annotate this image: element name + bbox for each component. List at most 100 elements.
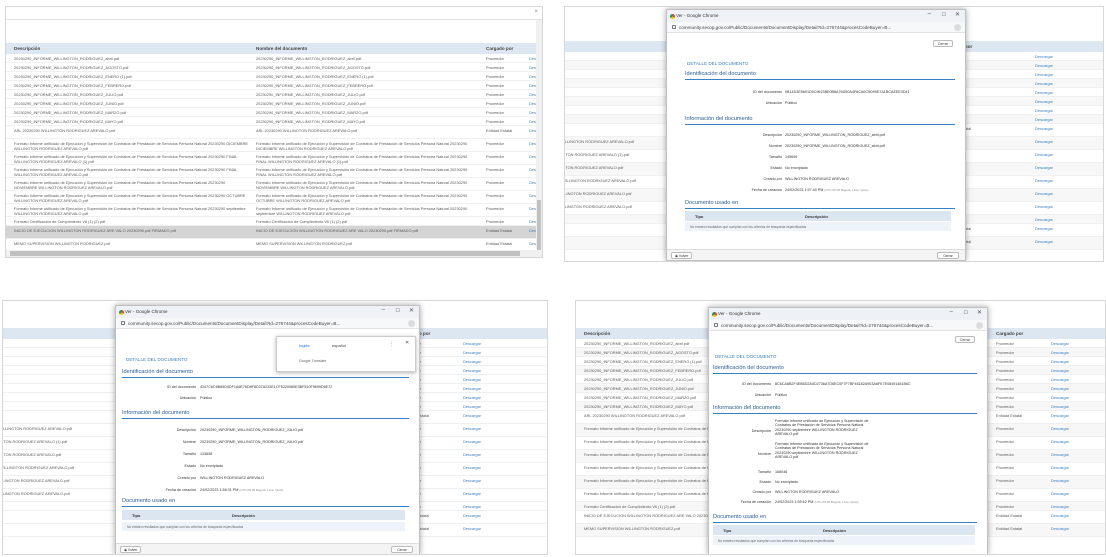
column-header-uploaded-by[interactable]: Cargado por [486, 46, 513, 51]
vertical-scrollbar[interactable] [536, 20, 542, 250]
table-row[interactable]: ARL 20230290 WILLINGTON RODRIGUEZ AREVAL… [6, 126, 542, 139]
maximize-icon[interactable]: ☐ [964, 310, 968, 316]
minimize-icon[interactable]: – [928, 11, 931, 17]
table-row[interactable]: Formato Certificación de Cumplimiento V6… [6, 217, 542, 226]
column-header-uploaded-by[interactable]: Cargado por [996, 331, 1023, 336]
download-link[interactable]: Descargar [1035, 217, 1075, 222]
download-link[interactable]: Descargar [463, 350, 503, 355]
volver-button[interactable]: ◉ Volver [671, 252, 693, 259]
table-row[interactable]: 20230290_INFORME_WILLINGTON_RODRIGUEZ_AG… [6, 63, 542, 72]
translate-lang-2[interactable]: español [332, 343, 346, 348]
download-link[interactable]: Descargar [1035, 54, 1075, 59]
maximize-icon[interactable]: ☐ [396, 308, 400, 314]
download-link[interactable]: Descargar [1035, 204, 1075, 209]
profile-icon[interactable] [408, 320, 415, 327]
download-link[interactable]: Descargar [463, 439, 503, 444]
horizontal-scrollbar[interactable] [6, 250, 542, 257]
download-link[interactable]: Descargar [1051, 439, 1091, 444]
download-link[interactable]: Descargar [1035, 152, 1075, 157]
table-row[interactable]: INICIO DE EJECUCION WILLINGTON RODRIGUEZ… [6, 226, 542, 239]
table-row[interactable]: Formato Informe unificado de Ejecución y… [6, 204, 542, 217]
download-link[interactable]: Descargar [1035, 63, 1075, 68]
download-link[interactable]: Descargar [463, 426, 503, 431]
download-link[interactable]: Descargar [1051, 504, 1091, 509]
download-link[interactable]: Descargar [1051, 386, 1091, 391]
cerrar-button[interactable]: Cerrar [933, 40, 953, 47]
table-row[interactable]: 20230290_INFORME_WILLINGTON_RODRIGUEZ_ab… [6, 54, 542, 63]
download-link[interactable]: Descargar [1051, 350, 1091, 355]
download-link[interactable]: Descargar [463, 395, 503, 400]
volver-button[interactable]: ◉ Volver [120, 546, 142, 553]
address-bar[interactable]: community.secop.gov.co/Public/Documents/… [667, 22, 965, 33]
download-link[interactable]: Descargar [1035, 191, 1075, 196]
column-header-description[interactable]: Descripción [14, 46, 40, 51]
download-link[interactable]: Descargar [463, 452, 503, 457]
address-bar[interactable]: community.secop.gov.co/Public/Documents/… [116, 318, 419, 329]
download-link[interactable]: Descargar [1051, 359, 1091, 364]
download-link[interactable]: Descargar [463, 386, 503, 391]
maximize-icon[interactable]: ☐ [942, 12, 946, 18]
download-link[interactable]: Descargar [1035, 90, 1075, 95]
download-link[interactable]: Descargar [463, 341, 503, 346]
download-link[interactable]: Descargar [1051, 478, 1091, 483]
close-icon[interactable]: × [534, 9, 538, 15]
address-bar[interactable]: community.secop.gov.co/Public/Documents/… [709, 320, 987, 331]
download-link[interactable]: Descargar [1051, 377, 1091, 382]
minimize-icon[interactable]: – [382, 307, 385, 313]
translate-lang-1[interactable]: Inglés [299, 343, 310, 348]
close-window-icon[interactable]: ✕ [409, 307, 414, 314]
download-link[interactable]: Descargar [1051, 491, 1091, 496]
download-link[interactable]: Descargar [1035, 99, 1075, 104]
download-link[interactable]: Descargar [463, 491, 503, 496]
cerrar-bottom-button[interactable]: Cerrar [937, 252, 959, 259]
table-row[interactable]: 20230290_INFORME_WILLINGTON_RODRIGUEZ_MA… [6, 117, 542, 126]
download-link[interactable]: Descargar [1051, 452, 1091, 457]
download-link[interactable]: Descargar [463, 359, 503, 364]
download-link[interactable]: Descargar [1035, 178, 1075, 183]
table-row[interactable]: Formato Informe unificado de Ejecución y… [6, 165, 542, 178]
download-link[interactable]: Descargar [1051, 526, 1091, 531]
download-link[interactable]: Descargar [1051, 413, 1091, 418]
column-header-description[interactable]: Descripción [584, 331, 610, 336]
profile-icon[interactable] [976, 322, 983, 329]
download-link[interactable]: Descargar [1051, 341, 1091, 346]
download-link[interactable]: Descargar [1035, 126, 1075, 131]
download-link[interactable]: Descargar [1051, 395, 1091, 400]
close-window-icon[interactable]: ✕ [955, 11, 960, 18]
more-options-icon[interactable]: ⋮ [389, 341, 394, 347]
download-link[interactable]: Descargar [463, 404, 503, 409]
download-link[interactable]: Descargar [463, 465, 503, 470]
download-link[interactable]: Descargar [1051, 426, 1091, 431]
download-link[interactable]: Descargar [1051, 465, 1091, 470]
download-link[interactable]: Descargar [463, 478, 503, 483]
download-link[interactable]: Descargar [1035, 81, 1075, 86]
table-row[interactable]: Formato Informe unificado de Ejecución y… [6, 139, 542, 152]
close-translate-icon[interactable]: ✕ [405, 340, 409, 346]
close-window-icon[interactable]: ✕ [977, 309, 982, 316]
table-row[interactable]: 20230290_INFORME_WILLINGTON_RODRIGUEZ_EN… [6, 72, 542, 81]
cerrar-button[interactable]: Cerrar [955, 336, 975, 343]
table-row[interactable]: Formato Informe unificado de Ejecución y… [6, 152, 542, 165]
minimize-icon[interactable]: – [950, 309, 953, 315]
download-link[interactable]: Descargar [463, 504, 503, 509]
download-link[interactable]: Descargar [463, 413, 503, 418]
download-link[interactable]: Descargar [463, 513, 503, 518]
download-link[interactable]: Descargar [1051, 368, 1091, 373]
column-header-document-name[interactable]: Nombre del documento [256, 46, 307, 51]
download-link[interactable]: Descargar [463, 526, 503, 531]
table-row[interactable]: 20230290_INFORME_WILLINGTON_RODRIGUEZ_JU… [6, 90, 542, 99]
download-link[interactable]: Descargar [1035, 239, 1075, 244]
download-link[interactable]: Descargar [1051, 513, 1091, 518]
cerrar-bottom-button[interactable]: Cerrar [391, 546, 413, 553]
download-link[interactable]: Descargar [1035, 117, 1075, 122]
table-row[interactable]: 20230290_INFORME_WILLINGTON_RODRIGUEZ_JU… [6, 99, 542, 108]
download-link[interactable]: Descargar [1035, 139, 1075, 144]
table-row[interactable]: Formato Informe unificado de Ejecución y… [6, 178, 542, 191]
download-link[interactable]: Descargar [1035, 165, 1075, 170]
download-link[interactable]: Descargar [1035, 108, 1075, 113]
download-link[interactable]: Descargar [463, 368, 503, 373]
table-row[interactable]: Formato Informe unificado de Ejecución y… [6, 191, 542, 204]
profile-icon[interactable] [954, 24, 961, 31]
download-link[interactable]: Descargar [1051, 404, 1091, 409]
download-link[interactable]: Descargar [1035, 226, 1075, 231]
